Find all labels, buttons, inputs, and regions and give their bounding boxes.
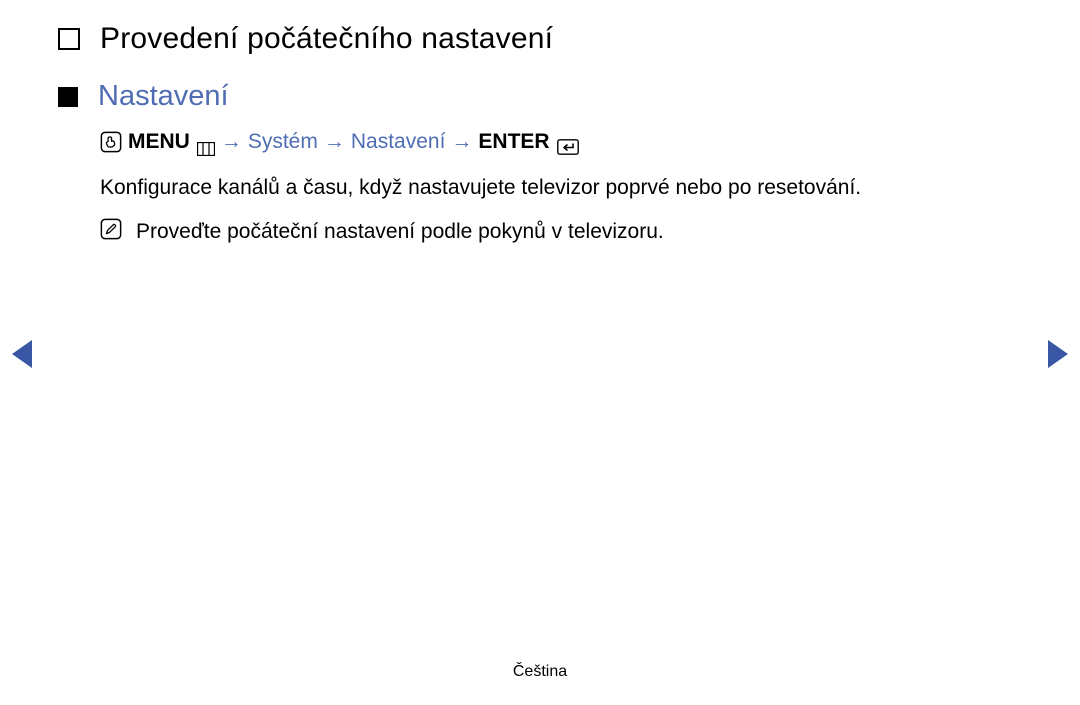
section-heading-row: Nastavení bbox=[58, 80, 1040, 113]
prev-page-arrow[interactable] bbox=[12, 340, 32, 368]
page-title-row: Provedení počátečního nastavení bbox=[58, 22, 1040, 56]
square-outline-bullet-icon bbox=[58, 28, 80, 50]
section-content: MENU → Systém → Nastavení → ENTER Konf bbox=[100, 127, 1040, 247]
square-filled-bullet-icon bbox=[58, 87, 78, 107]
enter-return-icon bbox=[557, 134, 579, 150]
description-text: Konfigurace kanálů a času, když nastavuj… bbox=[100, 172, 1040, 204]
breadcrumb-arrow: → bbox=[324, 127, 345, 156]
page-title: Provedení počátečního nastavení bbox=[100, 22, 553, 56]
breadcrumb-arrow: → bbox=[221, 127, 242, 156]
footer-language: Čeština bbox=[0, 663, 1080, 681]
menu-label: MENU bbox=[128, 127, 190, 156]
path-settings: Nastavení bbox=[351, 127, 446, 156]
section-heading: Nastavení bbox=[98, 80, 229, 113]
manual-page: Provedení počátečního nastavení Nastaven… bbox=[0, 0, 1080, 705]
note-row: Proveďte počáteční nastavení podle pokyn… bbox=[100, 216, 1040, 248]
menu-grid-icon bbox=[197, 135, 215, 149]
path-system: Systém bbox=[248, 127, 318, 156]
next-page-arrow[interactable] bbox=[1048, 340, 1068, 368]
pencil-note-icon bbox=[100, 218, 122, 240]
breadcrumb-arrow: → bbox=[451, 127, 472, 156]
enter-label: ENTER bbox=[478, 127, 549, 156]
menu-path: MENU → Systém → Nastavení → ENTER bbox=[100, 127, 1040, 156]
touch-hand-icon bbox=[100, 131, 122, 153]
note-text: Proveďte počáteční nastavení podle pokyn… bbox=[136, 216, 664, 248]
